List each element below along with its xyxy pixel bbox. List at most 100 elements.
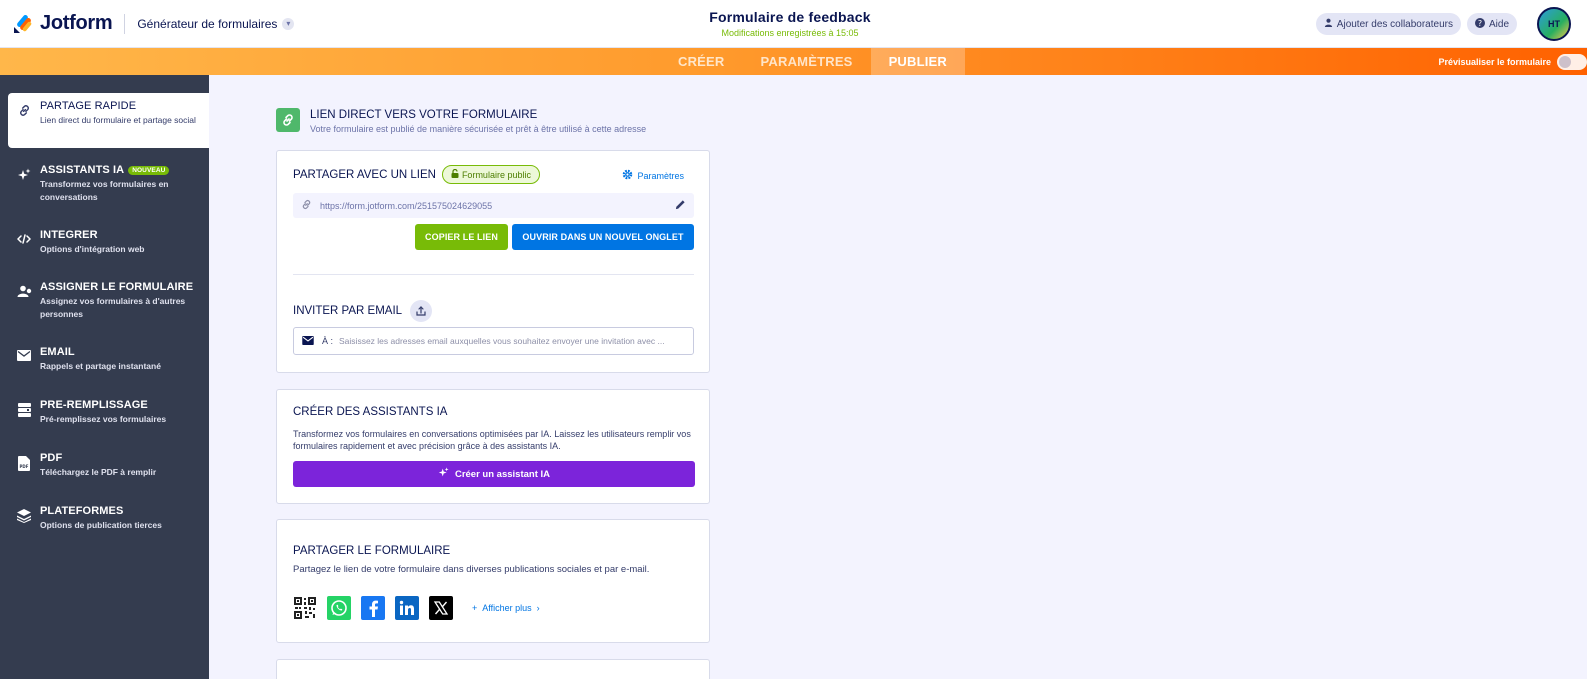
ai-agents-card: CRÉER DES ASSISTANTS IA Transformez vos … bbox=[276, 389, 710, 504]
help-button[interactable]: ? Aide bbox=[1466, 13, 1517, 35]
email-to-label: À : bbox=[322, 336, 334, 346]
facebook-icon[interactable] bbox=[361, 596, 385, 620]
avatar[interactable]: HT bbox=[1537, 7, 1571, 41]
direct-link-header: LIEN DIRECT VERS VOTRE FORMULAIRE Votre … bbox=[276, 108, 646, 134]
share-form-title: PARTAGER LE FORMULAIRE bbox=[293, 545, 451, 557]
builder-nav: CRÉER PARAMÈTRES PUBLIER Prévisualiser l… bbox=[0, 48, 1587, 75]
sidebar-item-title: INTEGRER bbox=[40, 229, 98, 241]
share-link-header: PARTAGER AVEC UN LIEN Formulaire public bbox=[293, 165, 540, 184]
show-more-label: Afficher plus bbox=[482, 603, 532, 613]
assign-user-icon bbox=[8, 281, 40, 327]
create-ai-agent-button[interactable]: Créer un assistant IA bbox=[293, 461, 695, 487]
publish-main: LIEN DIRECT VERS VOTRE FORMULAIRE Votre … bbox=[209, 75, 1587, 679]
sparkle-icon bbox=[438, 467, 449, 481]
pdf-icon: PDF bbox=[8, 452, 40, 486]
plus-icon: + bbox=[472, 603, 478, 613]
form-url-field[interactable]: https://form.jotform.com/251575024629055 bbox=[293, 193, 694, 218]
add-collaborators-label: Ajouter des collaborateurs bbox=[1336, 18, 1453, 30]
envelope-icon bbox=[8, 346, 40, 380]
sidebar-item-title: ASSISTANTS IA NOUVEAU bbox=[40, 164, 201, 176]
sidebar-item-email[interactable]: EMAIL Rappels et partage instantané bbox=[8, 346, 209, 380]
builder-tabs: CRÉER PARAMÈTRES PUBLIER bbox=[660, 48, 966, 75]
top-bar: Jotform Générateur de formulaires ▾ Form… bbox=[0, 0, 1587, 48]
svg-text:PDF: PDF bbox=[20, 464, 29, 469]
sidebar-item-title-text: ASSISTANTS IA bbox=[40, 164, 125, 176]
linkedin-icon[interactable] bbox=[395, 596, 419, 620]
sidebar-item-platforms[interactable]: PLATEFORMES Options de publication tierc… bbox=[8, 505, 209, 539]
sidebar-item-desc: Options d'intégration web bbox=[40, 244, 145, 254]
new-badge: NOUVEAU bbox=[128, 165, 170, 175]
email-placeholder: Saisissez les adresses email auxquelles … bbox=[339, 336, 665, 346]
help-label: Aide bbox=[1488, 18, 1509, 30]
tab-create[interactable]: CRÉER bbox=[660, 48, 743, 75]
upload-icon[interactable] bbox=[410, 300, 433, 322]
sidebar-item-desc: Pré-remplissez vos formulaires bbox=[40, 414, 167, 424]
sidebar-item-title: PLATEFORMES bbox=[40, 505, 124, 517]
sidebar-item-title: EMAIL bbox=[40, 346, 75, 358]
card-divider bbox=[293, 274, 694, 275]
link-icon bbox=[8, 100, 40, 148]
sidebar-item-title: PRE-REMPLISSAGE bbox=[40, 399, 148, 411]
tab-settings[interactable]: PARAMÈTRES bbox=[743, 48, 871, 75]
link-settings-button[interactable]: Paramètres bbox=[622, 169, 684, 182]
direct-link-subtitle: Votre formulaire est publié de manière s… bbox=[310, 124, 647, 134]
code-icon bbox=[8, 229, 40, 263]
qr-code-icon[interactable] bbox=[293, 596, 317, 620]
sidebar-item-desc: Options de publication tierces bbox=[40, 520, 162, 530]
preview-label: Prévisualiser le formulaire bbox=[1438, 56, 1551, 67]
link-icon bbox=[276, 108, 300, 132]
prefill-icon bbox=[8, 399, 40, 433]
tab-publish[interactable]: PUBLIER bbox=[870, 48, 966, 75]
direct-link-title: LIEN DIRECT VERS VOTRE FORMULAIRE bbox=[310, 109, 538, 121]
sidebar-item-desc: Lien direct du formulaire et partage soc… bbox=[40, 115, 196, 125]
sidebar-item-ai-agents[interactable]: ASSISTANTS IA NOUVEAU Transformez vos fo… bbox=[8, 164, 209, 209]
ai-agents-title: CRÉER DES ASSISTANTS IA bbox=[293, 406, 448, 418]
next-card bbox=[276, 659, 710, 679]
public-form-label: Formulaire public bbox=[461, 169, 531, 180]
sparkle-icon bbox=[8, 164, 40, 209]
preview-toggle-area: Prévisualiser le formulaire bbox=[1438, 48, 1587, 75]
sidebar-item-desc: Assignez vos formulaires à d'autres pers… bbox=[40, 296, 186, 319]
invite-email-title: INVITER PAR EMAIL bbox=[293, 305, 403, 317]
pencil-icon[interactable] bbox=[675, 197, 686, 215]
envelope-icon bbox=[302, 332, 314, 350]
layers-icon bbox=[8, 505, 40, 539]
sidebar-item-pdf[interactable]: PDF PDF Téléchargez le PDF à remplir bbox=[8, 452, 209, 486]
lock-icon bbox=[451, 168, 459, 180]
invite-email-input[interactable]: À : Saisissez les adresses email auxquel… bbox=[293, 327, 694, 355]
public-form-badge[interactable]: Formulaire public bbox=[441, 165, 540, 184]
sidebar-item-assign-form[interactable]: ASSIGNER LE FORMULAIRE Assignez vos form… bbox=[8, 281, 209, 327]
invite-email-header: INVITER PAR EMAIL bbox=[293, 300, 433, 322]
publish-sidebar: PARTAGE RAPIDE Lien direct du formulaire… bbox=[0, 75, 209, 679]
link-settings-label: Paramètres bbox=[637, 170, 684, 181]
sidebar-item-desc: Téléchargez le PDF à remplir bbox=[40, 467, 157, 477]
help-icon: ? bbox=[1474, 17, 1485, 31]
sidebar-item-quick-share[interactable]: PARTAGE RAPIDE Lien direct du formulaire… bbox=[8, 93, 209, 148]
header-actions: Ajouter des collaborateurs ? Aide HT bbox=[1315, 0, 1587, 48]
sidebar-item-prefill[interactable]: PRE-REMPLISSAGE Pré-remplissez vos formu… bbox=[8, 399, 209, 433]
sidebar-item-title: PARTAGE RAPIDE bbox=[40, 100, 137, 112]
ai-agents-desc: Transformez vos formulaires en conversat… bbox=[293, 429, 691, 451]
preview-toggle[interactable] bbox=[1557, 53, 1587, 70]
sidebar-item-embed[interactable]: INTEGRER Options d'intégration web bbox=[8, 229, 209, 263]
copy-link-button[interactable]: COPIER LE LIEN bbox=[415, 224, 508, 250]
create-ai-agent-label: Créer un assistant IA bbox=[454, 468, 551, 480]
link-icon bbox=[301, 197, 312, 215]
share-link-title: PARTAGER AVEC UN LIEN bbox=[293, 168, 436, 181]
svg-text:?: ? bbox=[1478, 19, 1482, 28]
form-url: https://form.jotform.com/251575024629055 bbox=[320, 200, 493, 211]
share-form-card: PARTAGER LE FORMULAIRE Partagez le lien … bbox=[276, 519, 710, 643]
sidebar-item-title: ASSIGNER LE FORMULAIRE bbox=[40, 281, 194, 293]
gear-icon bbox=[622, 169, 633, 182]
share-form-desc: Partagez le lien de votre formulaire dan… bbox=[293, 564, 650, 575]
user-icon bbox=[1324, 18, 1333, 30]
show-more-link[interactable]: + Afficher plus › bbox=[472, 603, 540, 613]
sidebar-item-desc: Rappels et partage instantané bbox=[40, 361, 161, 371]
chevron-right-icon: › bbox=[536, 603, 540, 613]
sidebar-item-desc: Transformez vos formulaires en conversat… bbox=[40, 179, 169, 202]
x-icon[interactable] bbox=[429, 596, 453, 620]
sidebar-item-title: PDF bbox=[40, 452, 63, 464]
whatsapp-icon[interactable] bbox=[327, 596, 351, 620]
open-new-tab-button[interactable]: OUVRIR DANS UN NOUVEL ONGLET bbox=[512, 224, 694, 250]
add-collaborators-button[interactable]: Ajouter des collaborateurs bbox=[1315, 13, 1461, 35]
